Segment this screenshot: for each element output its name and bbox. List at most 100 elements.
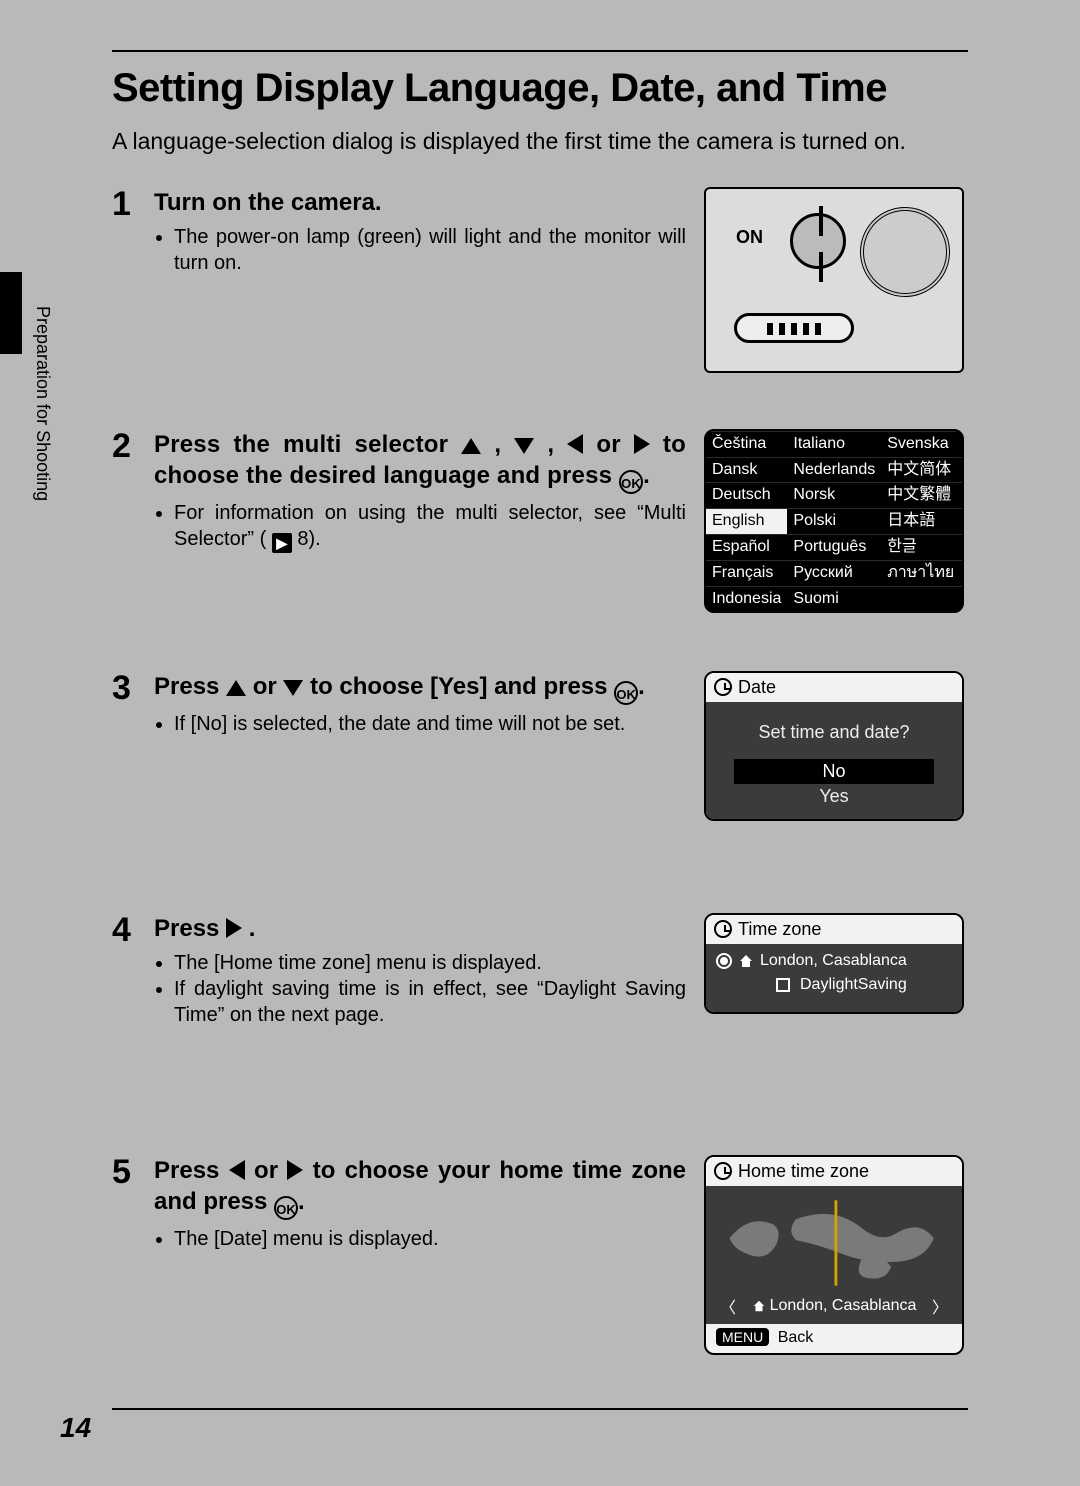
step-figure: ČeštinaItalianoSvenskaDanskNederlands中文简…	[704, 429, 968, 629]
step-bullets: The [Date] menu is displayed.	[174, 1226, 686, 1252]
language-option: 中文简体	[881, 457, 962, 483]
daylight-saving-label: DaylightSaving	[800, 976, 907, 994]
language-option: Dansk	[706, 457, 787, 483]
step-figure: Date Set time and date? No Yes	[704, 671, 968, 871]
radio-selected-icon	[716, 953, 732, 969]
bullet: The [Date] menu is displayed.	[174, 1226, 686, 1252]
panel-title: Home time zone	[738, 1161, 869, 1182]
step-title: Press or to choose your home time zone a…	[154, 1155, 686, 1220]
title-text: or	[596, 431, 633, 458]
date-prompt-screen: Date Set time and date? No Yes	[704, 671, 964, 821]
right-arrow-icon	[287, 1160, 303, 1180]
timezone-screen: Time zone London, Casablanca	[704, 913, 964, 1014]
up-arrow-icon	[226, 680, 246, 696]
mode-dial-icon	[860, 207, 950, 297]
language-option: Nederlands	[787, 457, 881, 483]
step-body: Press or to choose [Yes] and press OK. I…	[154, 671, 686, 871]
language-option: 中文繁體	[881, 482, 962, 508]
language-option: Svenska	[881, 431, 962, 457]
ok-button-icon: OK	[619, 470, 643, 494]
language-option: 日本語	[881, 508, 962, 534]
panel-body: Set time and date? No Yes	[706, 702, 962, 819]
checkbox-icon	[776, 978, 790, 992]
step-figure: Home time zone 〈	[704, 1155, 968, 1355]
language-option: Indonesia	[706, 586, 787, 612]
language-option: English	[706, 508, 787, 534]
step-title: Press .	[154, 913, 686, 944]
ok-button-icon: OK	[274, 1196, 298, 1220]
speaker-slot-icon	[734, 313, 854, 343]
option-no: No	[734, 759, 934, 784]
back-label: Back	[778, 1329, 814, 1346]
title-text: .	[249, 915, 256, 942]
language-option: Norsk	[787, 482, 881, 508]
down-arrow-icon	[283, 680, 303, 696]
prompt-text: Set time and date?	[706, 712, 962, 759]
timezone-label: London, Casablanca	[760, 952, 907, 970]
clock-icon	[714, 678, 732, 696]
title-text: Press	[154, 673, 226, 700]
step-bullets: If [No] is selected, the date and time w…	[174, 711, 686, 737]
daylight-saving-item: DaylightSaving	[716, 976, 952, 994]
step-bullets: For information on using the multi selec…	[174, 500, 686, 553]
language-option	[881, 586, 962, 612]
step-body: Press . The [Home time zone] menu is dis…	[154, 913, 686, 1113]
section-thumb-tab	[0, 272, 22, 354]
panel-header: Date	[706, 673, 962, 702]
step-number: 5	[112, 1155, 136, 1355]
language-option: Español	[706, 534, 787, 560]
step: 3 Press or to choose [Yes] and press OK.…	[112, 671, 968, 871]
title-text: to choose [Yes] and press	[310, 673, 614, 700]
step-title: Press the multi selector , , or to choos…	[154, 429, 686, 494]
up-arrow-icon	[461, 438, 481, 454]
menu-badge: MENU	[716, 1328, 769, 1346]
language-option: Português	[787, 534, 881, 560]
page-title: Setting Display Language, Date, and Time	[112, 66, 968, 111]
bullet-text: 8).	[292, 528, 321, 550]
option-yes: Yes	[706, 784, 962, 809]
step-list: 1 Turn on the camera. The power-on lamp …	[112, 187, 968, 1355]
manual-page: Preparation for Shooting Setting Display…	[0, 0, 1080, 1486]
title-text: Press	[154, 915, 226, 942]
panel-header: Home time zone	[706, 1157, 962, 1186]
panel-header: Time zone	[706, 915, 962, 944]
clock-icon	[714, 920, 732, 938]
bottom-rule	[112, 1408, 968, 1410]
language-option: Polski	[787, 508, 881, 534]
left-arrow-icon	[567, 434, 583, 454]
clock-icon	[714, 1162, 732, 1180]
step-number: 3	[112, 671, 136, 871]
step-body: Turn on the camera. The power-on lamp (g…	[154, 187, 686, 387]
section-vertical-label: Preparation for Shooting	[32, 306, 53, 501]
title-text: or	[253, 673, 284, 700]
language-option: Deutsch	[706, 482, 787, 508]
language-option: Français	[706, 560, 787, 586]
panel-title: Date	[738, 677, 776, 698]
world-map-icon	[720, 1196, 948, 1290]
bullet: The power-on lamp (green) will light and…	[174, 224, 686, 276]
step-body: Press or to choose your home time zone a…	[154, 1155, 686, 1355]
step-body: Press the multi selector , , or to choos…	[154, 429, 686, 629]
language-option: ภาษาไทย	[881, 560, 962, 586]
step-title: Turn on the camera.	[154, 187, 686, 218]
panel-body: 〈 London, Casablanca 〉	[706, 1186, 962, 1324]
bullet: For information on using the multi selec…	[174, 500, 686, 553]
bullet: If [No] is selected, the date and time w…	[174, 711, 686, 737]
timezone-item: London, Casablanca	[716, 952, 952, 970]
top-rule	[112, 50, 968, 52]
step-title: Press or to choose [Yes] and press OK.	[154, 671, 686, 705]
home-timezone-screen: Home time zone 〈	[704, 1155, 964, 1355]
title-text: or	[254, 1157, 287, 1184]
title-text: ,	[494, 431, 514, 458]
step: 5 Press or to choose your home time zone…	[112, 1155, 968, 1355]
step-number: 2	[112, 429, 136, 629]
chevron-left-icon: 〈	[720, 1294, 736, 1318]
step-bullets: The [Home time zone] menu is displayed. …	[174, 950, 686, 1028]
home-icon	[738, 953, 754, 969]
language-option: Suomi	[787, 586, 881, 612]
power-button-icon	[790, 213, 846, 269]
step: 1 Turn on the camera. The power-on lamp …	[112, 187, 968, 387]
step-bullets: The power-on lamp (green) will light and…	[174, 224, 686, 276]
title-text: Press the multi selector	[154, 431, 461, 458]
bullet: If daylight saving time is in effect, se…	[174, 976, 686, 1028]
